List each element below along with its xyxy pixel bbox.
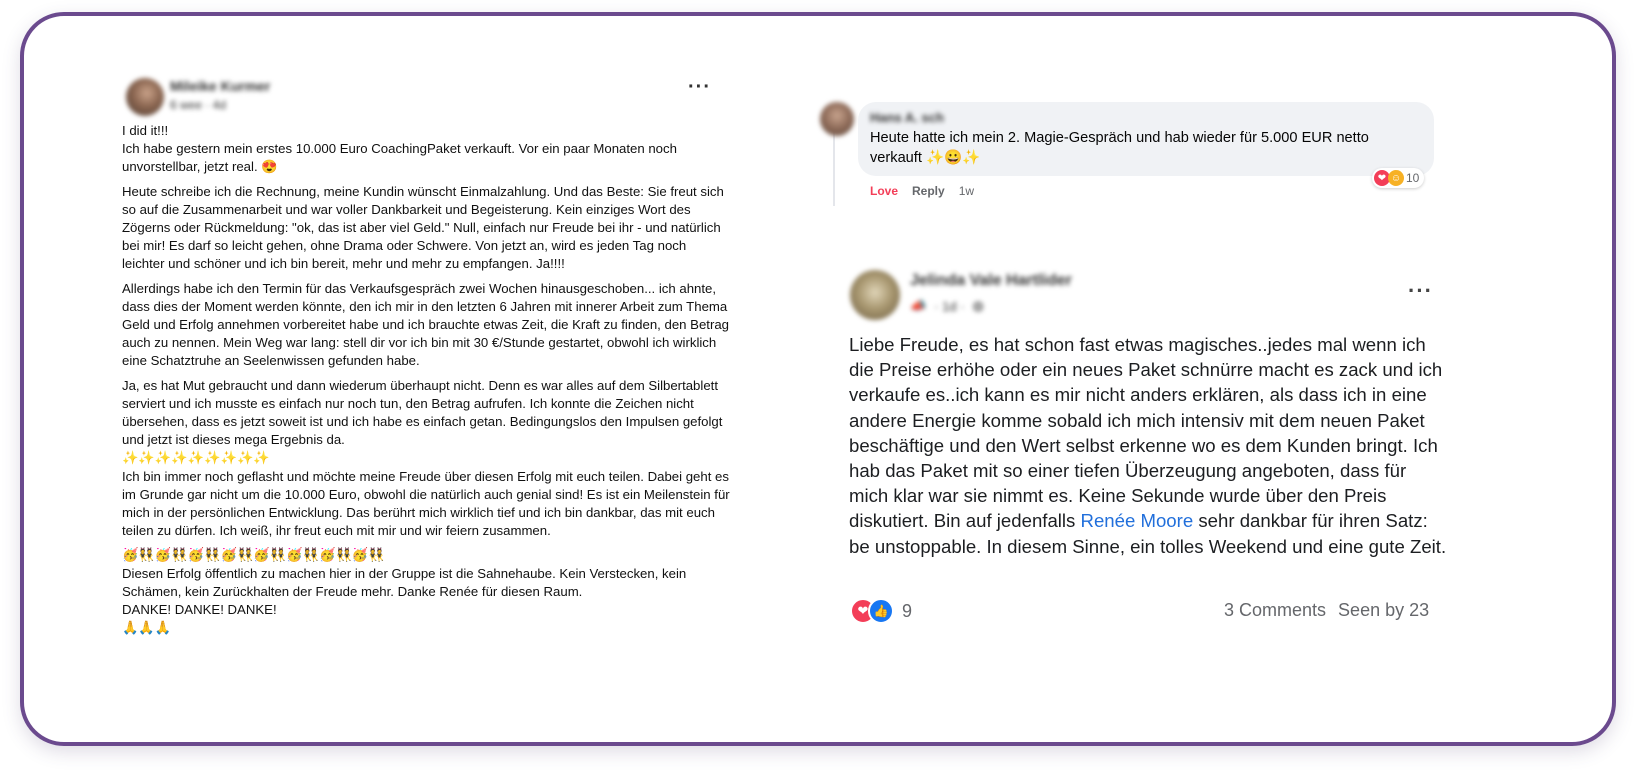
left-post-paragraph-1: I did it!!! Ich habe gestern mein erstes… xyxy=(122,123,677,175)
globe-icon: ◍ xyxy=(972,298,984,313)
comment-thread-line xyxy=(833,124,835,206)
comment-bubble: Hans A. sch Heute hatte ich mein 2. Magi… xyxy=(858,102,1434,176)
care-reaction-icon: ☺ xyxy=(1388,170,1404,186)
comment-reaction-count: 10 xyxy=(1406,171,1420,185)
left-post-more-icon[interactable]: ··· xyxy=(688,77,711,97)
comment-love-button[interactable]: Love xyxy=(870,184,898,198)
seen-by-link[interactable]: Seen by 23 xyxy=(1338,600,1429,621)
left-post-paragraph-2: Heute schreibe ich die Rechnung, meine K… xyxy=(122,183,724,272)
right-post-reaction-count: 9 xyxy=(902,600,913,621)
comment-actions: Love Reply 1w xyxy=(870,184,974,198)
comment-reply-button[interactable]: Reply xyxy=(912,184,945,198)
like-reaction-icon: 👍 xyxy=(868,598,894,624)
comment-timestamp[interactable]: 1w xyxy=(959,184,974,198)
left-post-meta: 6 wee · 4d xyxy=(170,98,227,112)
right-post-reactions[interactable]: ❤ 👍 9 xyxy=(850,598,912,624)
comment-reactions[interactable]: ❤ ☺ 10 xyxy=(1372,168,1425,188)
right-post-meta: 📣 · 1d · ◍ xyxy=(910,298,984,314)
left-post-paragraph-3: Allerdings habe ich den Termin für das V… xyxy=(122,280,730,369)
comment-text: Heute hatte ich mein 2. Magie-Gespräch u… xyxy=(870,130,1369,166)
left-post-avatar[interactable] xyxy=(126,78,164,116)
megaphone-icon: 📣 xyxy=(910,298,927,313)
comment-author[interactable]: Hans A. sch xyxy=(870,110,944,125)
comment-avatar[interactable] xyxy=(820,102,854,136)
right-post-author[interactable]: Jelinda Vale Hartlider xyxy=(910,272,1072,290)
right-post-more-icon[interactable]: ··· xyxy=(1408,280,1433,302)
right-post-text-1: Liebe Freude, es hat schon fast etwas ma… xyxy=(849,334,1443,532)
comments-count-link[interactable]: 3 Comments xyxy=(1224,600,1326,621)
left-post-author[interactable]: Mileike Kurmer xyxy=(170,78,270,94)
right-post-avatar[interactable] xyxy=(850,270,900,320)
left-post-paragraph-4: Ja, es hat Mut gebraucht und dann wieder… xyxy=(122,377,730,539)
left-post-paragraph-5: 🥳👯🥳👯🥳👯🥳👯🥳👯🥳👯🥳👯🥳👯 Diesen Erfolg öffentlic… xyxy=(122,547,687,636)
mention-link[interactable]: Renée Moore xyxy=(1081,510,1194,531)
right-post-body: Liebe Freude, es hat schon fast etwas ma… xyxy=(849,332,1449,559)
right-post-stats: 3 Comments Seen by 23 xyxy=(1224,600,1429,621)
left-post-body: I did it!!! Ich habe gestern mein erstes… xyxy=(122,122,730,637)
screenshot-frame: Mileike Kurmer 6 wee · 4d ··· I did it!!… xyxy=(20,12,1616,746)
right-post-meta-text: · 1d · xyxy=(934,298,965,314)
